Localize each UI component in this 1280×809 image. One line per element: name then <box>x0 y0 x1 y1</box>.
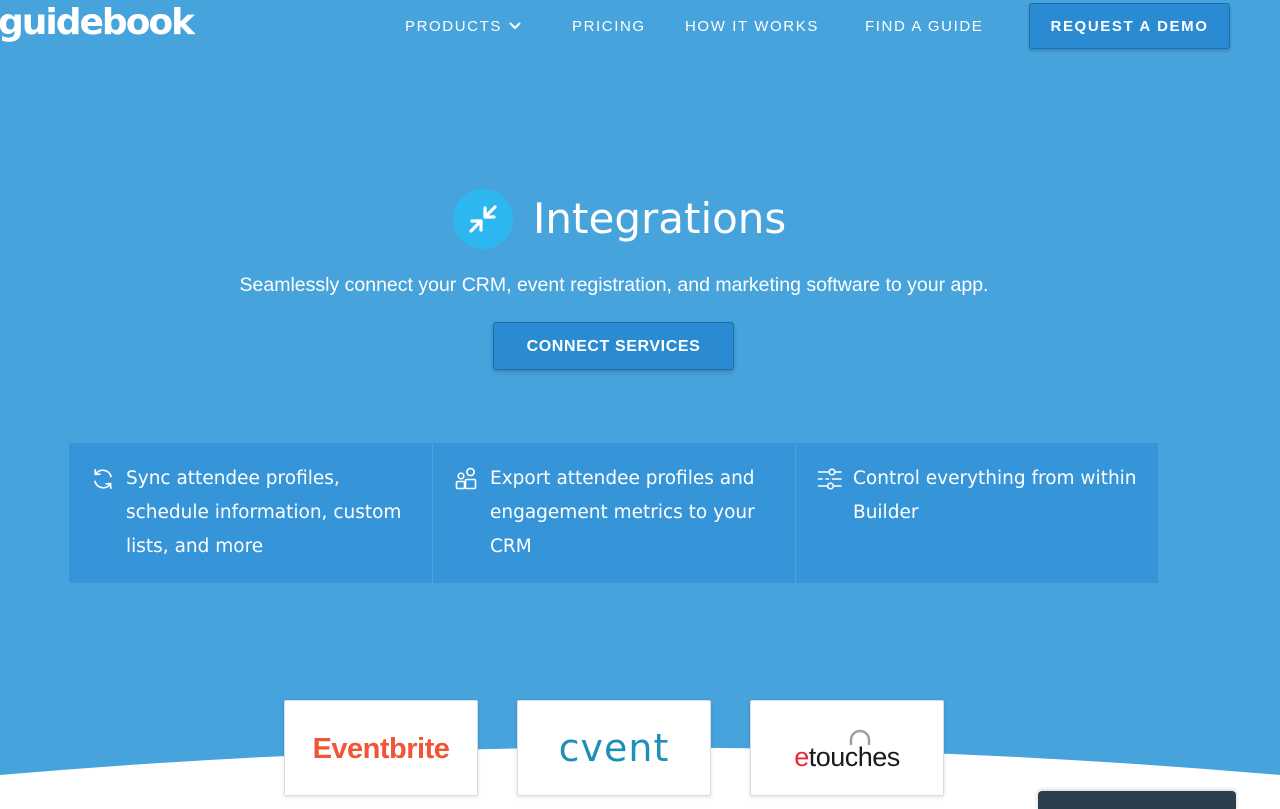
arch-icon <box>849 729 871 745</box>
cvent-card[interactable]: cvent <box>517 700 711 796</box>
feature-sync-text: Sync attendee profiles, schedule informa… <box>126 468 402 557</box>
eventbrite-logo: Eventbrite <box>312 733 450 765</box>
feature-control-text: Control everything from within Builder <box>853 468 1137 523</box>
nav-how-it-works[interactable]: HOW IT WORKS <box>685 17 819 37</box>
nav-products[interactable]: PRODUCTS <box>405 17 521 37</box>
compress-arrows-icon <box>453 189 513 249</box>
feature-export: Export attendee profiles and engagement … <box>432 443 795 583</box>
nav-products-label: PRODUCTS <box>405 18 502 35</box>
nav-pricing[interactable]: PRICING <box>572 17 646 37</box>
nav-find-a-guide[interactable]: FIND A GUIDE <box>865 17 983 37</box>
chevron-down-icon <box>509 22 521 29</box>
etouches-logo-rest: touches <box>808 742 901 772</box>
eventbrite-card[interactable]: Eventbrite <box>284 700 478 796</box>
hero-subtitle: Seamlessly connect your CRM, event regis… <box>239 274 989 296</box>
etouches-logo: etouches <box>794 729 901 775</box>
feature-export-text: Export attendee profiles and engagement … <box>490 468 755 557</box>
people-icon <box>455 467 477 490</box>
connect-services-button[interactable]: CONNECT SERVICES <box>493 322 734 370</box>
sync-icon <box>94 468 112 490</box>
chat-widget-tab[interactable] <box>1038 791 1236 809</box>
sliders-icon <box>817 468 842 490</box>
cvent-logo: cvent <box>558 726 670 770</box>
feature-sync: Sync attendee profiles, schedule informa… <box>69 443 432 583</box>
features-panel: Sync attendee profiles, schedule informa… <box>69 443 1159 583</box>
etouches-logo-accent: e <box>794 742 809 772</box>
etouches-card[interactable]: etouches <box>750 700 944 796</box>
feature-control: Control everything from within Builder <box>795 443 1158 583</box>
page-title: Integrations <box>533 194 787 243</box>
request-demo-button[interactable]: REQUEST A DEMO <box>1029 3 1230 49</box>
